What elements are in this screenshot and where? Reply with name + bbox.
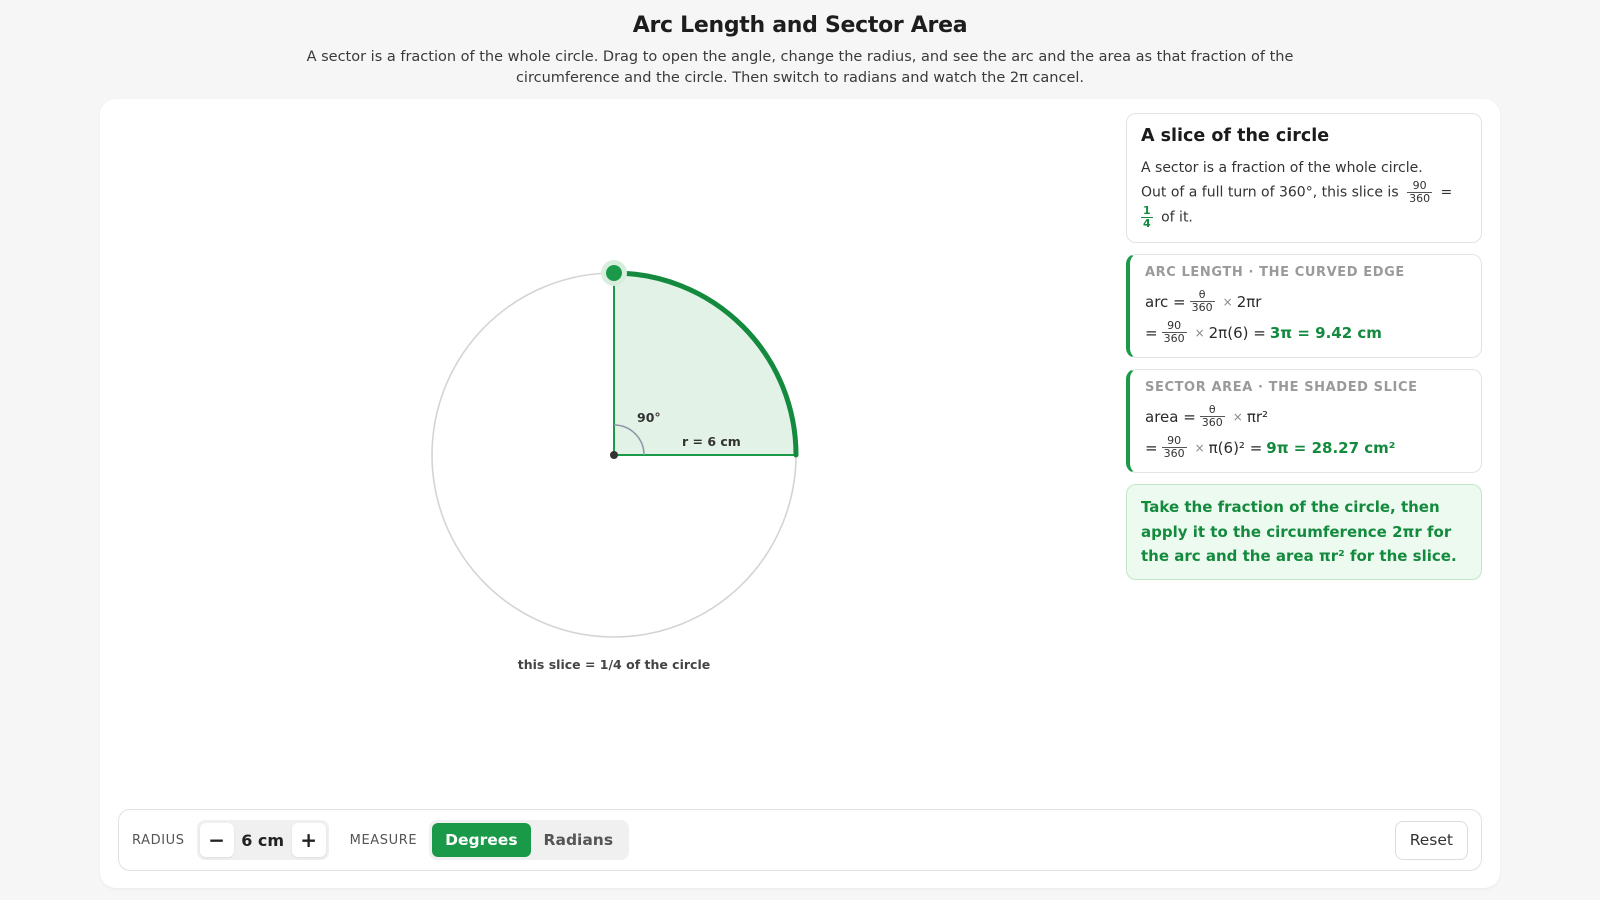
sector-area-result: 9π = 28.27 cm² — [1266, 438, 1396, 457]
intro-line-suffix: of it. — [1161, 209, 1193, 226]
angle-drag-handle-dot[interactable] — [606, 265, 622, 281]
sector-shaded-slice — [614, 273, 796, 455]
page-title: Arc Length and Sector Area — [632, 13, 968, 38]
fraction-1-over-4: 1 4 — [1141, 204, 1153, 230]
sector-area-heading: SECTOR AREA · THE SHADED SLICE — [1145, 380, 1418, 395]
arc-length-heading: ARC LENGTH · THE CURVED EDGE — [1145, 265, 1405, 280]
takeaway-note: Take the fraction of the circle, then ap… — [1126, 484, 1482, 580]
angle-label: 90° — [637, 410, 661, 425]
fraction-caption: this slice = 1/4 of the circle — [518, 657, 710, 672]
center-point — [610, 451, 618, 459]
page-description: A sector is a fraction of the whole circ… — [306, 49, 1294, 86]
intro-line-1: A sector is a fraction of the whole circ… — [1141, 160, 1423, 176]
intro-line-2-prefix: Out of a full turn of 360°, this slice i… — [1141, 184, 1399, 201]
arc-formula-substituted: = 90 360 × 2π(6) = 3π = 9.42 cm — [1145, 319, 1382, 345]
radians-button[interactable]: Radians — [531, 823, 627, 857]
area-formula-substituted: = 90 360 × π(6)² = 9π = 28.27 cm² — [1145, 434, 1396, 460]
intro-text: A sector is a fraction of the whole circ… — [1141, 160, 1453, 230]
area-formula-general: area = θ 360 × πr² — [1145, 403, 1269, 429]
arc-length-box: ARC LENGTH · THE CURVED EDGE arc = θ 360… — [1126, 254, 1482, 358]
arc-length-result: 3π = 9.42 cm — [1269, 323, 1382, 342]
measure-toggle: Degrees Radians — [429, 820, 630, 860]
fraction-90-over-360: 90 360 — [1407, 179, 1433, 205]
measure-label: MEASURE — [349, 832, 418, 848]
intro-box: A slice of the circle A sector is a frac… — [1126, 113, 1482, 243]
radius-decrease-button[interactable]: − — [199, 823, 234, 857]
radius-stepper: − 6 cm + — [196, 820, 329, 860]
arc-formula-general: arc = θ 360 × 2πr — [1145, 288, 1262, 314]
degrees-button[interactable]: Degrees — [432, 823, 531, 857]
explanation-panel: A slice of the circle A sector is a frac… — [1126, 113, 1482, 580]
reset-button[interactable]: Reset — [1394, 820, 1468, 860]
intro-title: A slice of the circle — [1141, 126, 1330, 146]
sector-diagram[interactable]: 90° r = 6 cm this slice = 1/4 of the cir… — [100, 99, 1120, 799]
radius-value: 6 cm — [241, 830, 285, 850]
radius-label: r = 6 cm — [682, 434, 741, 449]
theta-over-360: θ 360 — [1199, 403, 1225, 429]
fraction-90-over-360: 90 360 — [1161, 434, 1187, 460]
radius-increase-button[interactable]: + — [291, 823, 326, 857]
theta-over-360: θ 360 — [1189, 288, 1215, 314]
controls-toolbar: RADIUS − 6 cm + MEASURE Degrees Radians … — [118, 809, 1482, 871]
radius-label: RADIUS — [132, 832, 185, 848]
fraction-90-over-360: 90 360 — [1161, 319, 1187, 345]
sector-area-box: SECTOR AREA · THE SHADED SLICE area = θ … — [1126, 369, 1482, 473]
main-card: 90° r = 6 cm this slice = 1/4 of the cir… — [100, 99, 1500, 888]
